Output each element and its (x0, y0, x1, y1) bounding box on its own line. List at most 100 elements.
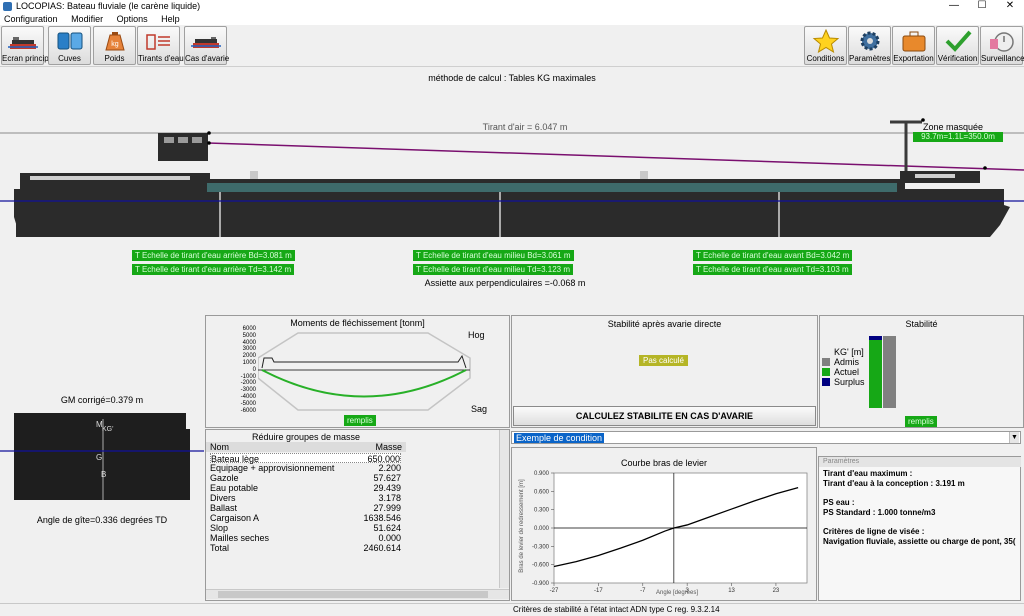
gz-x-label: Angle [degrées] (655, 590, 699, 596)
weight-bag-icon: kg (104, 32, 125, 51)
table-row[interactable]: Eau potable 29.439 (210, 483, 401, 493)
damage-stability-title: Stabilité après avarie directe (607, 319, 722, 329)
menu-help[interactable]: Help (161, 14, 180, 24)
draft-fwd-bd: T Echelle de tirant d'eau avant Bd=3.042… (693, 250, 853, 261)
gz-y-tick-label: -0.600 (532, 563, 550, 569)
parametres-button[interactable]: Paramètres (848, 26, 891, 65)
exportation-button[interactable]: Exportation (892, 26, 935, 65)
param-visibility-criteria: Navigation fluviale, assiette ou charge … (823, 537, 1016, 546)
vertical-scrollbar[interactable] (499, 430, 509, 588)
bending-moments-panel: Moments de fléchissement [tonm] 6000 5000… (205, 315, 510, 428)
param-water-density: PS Standard : 1.000 tonne/m3 (823, 508, 936, 517)
hull (14, 189, 1010, 237)
poids-button[interactable]: kg Poids (93, 26, 136, 65)
kg-legend-title: KG' [m] (834, 347, 864, 357)
masked-zone-value: 93.7m=1.1L=350.0m (921, 132, 995, 141)
ecran-principal-button[interactable]: Ecran principal (1, 26, 55, 65)
sag-label: Sag (471, 404, 488, 414)
draft-aft-bd: T Echelle de tirant d'eau arrière Bd=3.0… (132, 250, 295, 261)
chevron-down-icon[interactable]: ▼ (1009, 432, 1019, 443)
tirants-deau-button[interactable]: Tirants d'eau (137, 26, 184, 65)
gear-icon (860, 31, 879, 51)
condition-select[interactable]: Exemple de condition ▼ (511, 431, 1021, 444)
cas-davarie-button[interactable]: Cas d'avarie (184, 26, 229, 65)
heel-angle: Angle de gîte=0.336 degrées TD (36, 515, 168, 525)
mass-groups-header: Nom Masse (206, 442, 406, 452)
menu-options[interactable]: Options (117, 14, 148, 24)
gz-x-tick-label: -27 (550, 588, 559, 594)
mass-groups-panel: Réduire groupes de masse Nom Masse Batea… (205, 429, 510, 601)
surveillance-button[interactable]: Surveillance (980, 26, 1024, 65)
table-row[interactable]: Cargaison A 1638.546 (210, 513, 401, 523)
legend-surplus: Surplus (834, 377, 865, 387)
gz-y-tick-label: -0.900 (532, 581, 550, 587)
table-row[interactable]: Divers 3.178 (210, 493, 401, 503)
air-draught-label: Tirant d'air = 6.047 m (482, 122, 568, 132)
legend-admis: Admis (834, 357, 860, 367)
kg-surplus-bar (869, 336, 882, 340)
table-row[interactable]: Equipage + approvisionnement 2.200 (210, 463, 401, 473)
gz-y-tick-label: 0.600 (534, 489, 550, 495)
gz-y-tick-label: 0.900 (534, 471, 550, 477)
gz-y-tick-label: 0.300 (534, 508, 550, 514)
line-of-sight (207, 142, 1024, 171)
menu-modifier[interactable]: Modifier (71, 14, 103, 24)
gz-y-label: Bras de levier de redressement [m] (519, 479, 525, 573)
parameters-panel: Paramètres Tirant d'eau maximum : Tirant… (818, 456, 1021, 601)
param-max-draught: Tirant d'eau maximum : (823, 469, 913, 478)
toolbar: Ecran principal Cuves kg Poids Tirants d… (0, 25, 1024, 67)
param-design-draught: Tirant d'eau à la conception : 3.191 m (823, 479, 965, 488)
bending-status: remplis (344, 415, 376, 426)
briefcase-icon (902, 31, 925, 52)
damage-stability-panel: Stabilité après avarie directe Pas calcu… (511, 315, 818, 428)
cargo-tank-top (207, 183, 897, 192)
gm-corrected: GM corrigé=0.379 m (60, 395, 144, 405)
cuves-button[interactable]: Cuves (48, 26, 91, 65)
draft-mid-td: T Echelle de tirant d'eau milieu Td=3.12… (413, 264, 573, 275)
gz-curve-panel: Courbe bras de levier 0.900 0.600 0.300 0.0… (511, 447, 817, 601)
column-name-header: Nom (210, 442, 230, 452)
gravity-center-label: G (96, 453, 103, 462)
condition-selected: Exemple de condition (514, 433, 605, 443)
draft-aft-td: T Echelle de tirant d'eau arrière Td=3.1… (132, 264, 295, 275)
hog-label: Hog (468, 330, 485, 340)
draft-fwd-td: T Echelle de tirant d'eau avant Td=3.103… (693, 264, 852, 275)
stability-panel: Stabilité KG' [m] Admis Actuel Surplus r… (819, 315, 1024, 428)
ship-profile-area: méthode de calcul : Tables KG maximales (0, 67, 1024, 313)
parameters-header: Paramètres (819, 457, 1021, 467)
legend-admis-swatch (822, 358, 830, 366)
param-visibility-criteria-title: Critères de ligne de visée : (823, 527, 925, 536)
param-water-density-title: PS eau : (823, 498, 855, 507)
stability-title: Stabilité (905, 319, 938, 329)
app-icon (3, 2, 12, 11)
svg-text:kg: kg (111, 41, 119, 48)
cross-section-panel: GM corrigé=0.379 m M KG' G B Angle de gî… (0, 395, 204, 527)
menu-bar: Configuration Modifier Options Help (0, 13, 1024, 25)
table-row[interactable]: Slop 51.624 (210, 523, 401, 533)
menu-configuration[interactable]: Configuration (4, 14, 58, 24)
buoyancy-center-label: B (101, 470, 107, 479)
bending-y-tick: -6000 (240, 407, 256, 414)
title-bar: LOCOPIAS: Bateau fluviale (le carène liq… (0, 0, 1024, 13)
table-row[interactable]: Ballast 27.999 (210, 503, 401, 513)
minimize-button[interactable]: — (940, 0, 968, 13)
horizontal-scrollbar[interactable] (206, 589, 509, 599)
status-bar: Critères de stabilité à l'état intact AD… (0, 603, 1024, 616)
maximize-button[interactable]: ☐ (968, 0, 996, 13)
bending-moment-chart (258, 332, 471, 411)
close-button[interactable]: ✕ (996, 0, 1024, 13)
window-title: LOCOPIAS: Bateau fluviale (le carène liq… (16, 1, 201, 11)
table-row[interactable]: Mailles seches 0.000 (210, 533, 401, 543)
verification-button[interactable]: Vérification (936, 26, 979, 65)
damaged-ship-icon (190, 37, 221, 48)
conditions-button[interactable]: Conditions (804, 26, 847, 65)
damage-status: Pas calculé (639, 355, 688, 366)
legend-surplus-swatch (822, 378, 830, 386)
table-row[interactable]: Gazole 57.627 (210, 473, 401, 483)
legend-actuel-swatch (822, 368, 830, 376)
kg-admis-bar (883, 336, 896, 408)
calculate-damage-stability-button[interactable]: CALCULEZ STABILITE EN CAS D'AVARIE (513, 406, 816, 426)
column-mass-header: Masse (375, 442, 402, 452)
table-row[interactable]: Bateau lège 650.000 (210, 453, 401, 464)
table-row-total[interactable]: Total 2460.614 (210, 543, 401, 553)
